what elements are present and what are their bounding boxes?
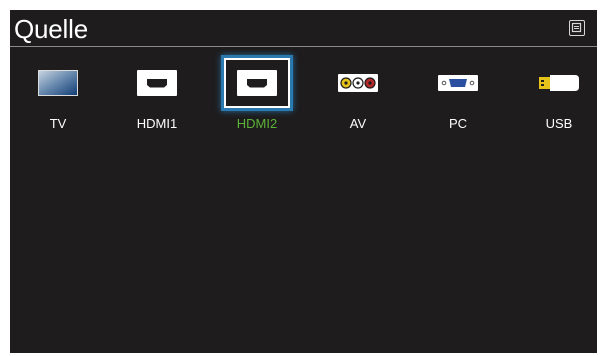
tv-icon [38,70,78,96]
source-label: HDMI2 [236,116,278,131]
source-label: PC [448,116,468,131]
source-av[interactable]: AV [308,58,408,138]
source-label: USB [545,116,573,131]
source-usb[interactable]: USB [509,58,600,138]
av-rca-icon [338,74,378,92]
source-list: TV HDMI1 HDMI2 AV PC USB [10,58,597,138]
source-label: HDMI1 [136,116,178,131]
source-pc-tile [425,58,491,108]
source-usb-tile [526,58,592,108]
source-hdmi1-tile [124,58,190,108]
source-label: TV [49,116,67,131]
source-pc[interactable]: PC [408,58,508,138]
source-tv[interactable]: TV [8,58,108,138]
hdmi-port-icon [137,70,177,96]
hdmi-port-icon [237,70,277,96]
source-hdmi1[interactable]: HDMI1 [107,58,207,138]
menu-icon[interactable] [569,20,585,36]
page-title: Quelle [14,14,88,44]
usb-drive-icon [539,75,579,91]
source-panel: Quelle TV HDMI1 HDMI2 AV PC USB [10,10,597,353]
source-tv-tile [25,58,91,108]
source-hdmi2-tile [224,58,290,108]
source-label: AV [349,116,367,131]
source-av-tile [325,58,391,108]
header-divider [10,46,597,47]
source-hdmi2[interactable]: HDMI2 [207,58,307,138]
vga-port-icon [438,75,478,91]
